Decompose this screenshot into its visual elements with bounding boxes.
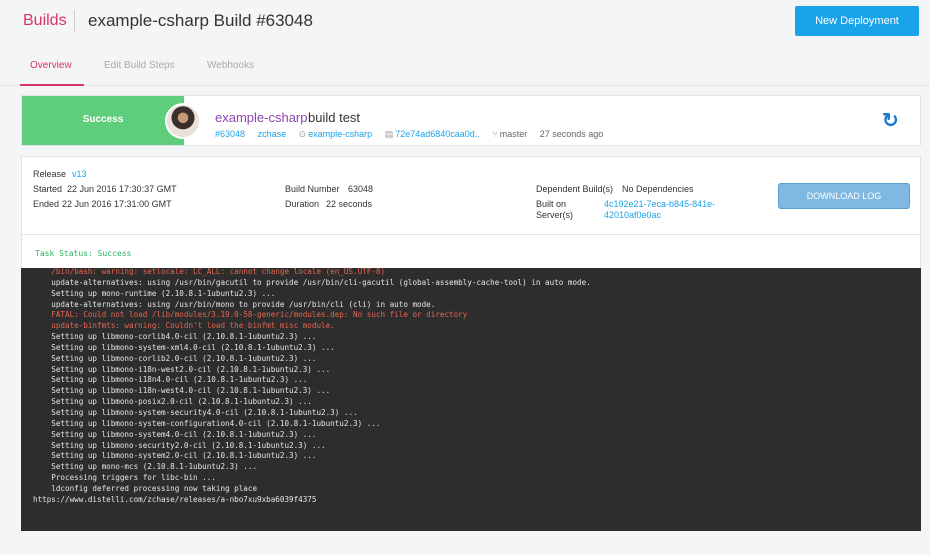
build-summary-card: Success example-csharp build test #63048… bbox=[21, 95, 921, 146]
active-tab-indicator bbox=[20, 84, 84, 86]
builds-breadcrumb-link[interactable]: Builds bbox=[23, 12, 67, 30]
new-deployment-button[interactable]: New Deployment bbox=[795, 6, 919, 36]
top-bar: Builds example-csharp Build #63048 New D… bbox=[0, 0, 930, 44]
download-log-button[interactable]: DOWNLOAD LOG bbox=[778, 183, 910, 209]
log-line: Setting up libmono-posix2.0-cil (2.10.8.… bbox=[33, 397, 312, 407]
log-line: https://www.distelli.com/zchase/releases… bbox=[33, 494, 317, 504]
dependent-builds-value: No Dependencies bbox=[622, 184, 694, 194]
server-id-line2[interactable]: 42010af0e0ac bbox=[604, 210, 661, 220]
log-line: Setting up mono-mcs (2.10.8.1-1ubuntu2.3… bbox=[33, 462, 258, 472]
log-line: Processing triggers for libc-bin ... bbox=[33, 473, 216, 483]
build-log[interactable]: /bin/bash: warning: setlocale: LC_ALL: c… bbox=[21, 268, 921, 531]
breadcrumb-separator bbox=[74, 10, 75, 32]
tab-edit-build-steps[interactable]: Edit Build Steps bbox=[104, 60, 175, 71]
log-line: Setting up libmono-system-configuration4… bbox=[33, 418, 381, 428]
log-line: Setting up libmono-corlib4.0-cil (2.10.8… bbox=[33, 332, 317, 342]
repo-link[interactable]: example-csharp bbox=[308, 129, 372, 139]
build-details-card: Release v13 Started 22 Jun 2016 17:30:37… bbox=[21, 156, 921, 270]
refresh-icon[interactable]: ↻ bbox=[882, 108, 899, 133]
bottom-strip bbox=[0, 535, 930, 555]
build-id-link[interactable]: #63048 bbox=[215, 129, 245, 139]
started-value: 22 Jun 2016 17:30:37 GMT bbox=[67, 184, 177, 194]
github-icon: ⊙ bbox=[298, 129, 307, 139]
build-time-ago: 27 seconds ago bbox=[539, 129, 604, 139]
built-on-label-line1: Built on bbox=[536, 199, 567, 209]
log-line: Setting up libmono-system-security4.0-ci… bbox=[33, 407, 358, 417]
user-link[interactable]: zchase bbox=[258, 129, 287, 139]
log-line: Setting up libmono-corlib2.0-cil (2.10.8… bbox=[33, 353, 317, 363]
log-line: Setting up libmono-i18n-west2.0-cil (2.1… bbox=[33, 364, 331, 374]
app-name-link[interactable]: example-csharp bbox=[215, 110, 308, 125]
log-line: ldconfig deferred processing now taking … bbox=[33, 483, 258, 493]
commit-icon: ▤ bbox=[384, 129, 394, 139]
branch-icon: ⑂ bbox=[492, 129, 498, 139]
commit-link[interactable]: 72e74ad6840caa0d.. bbox=[395, 129, 480, 139]
duration-value: 22 seconds bbox=[326, 199, 373, 209]
log-line: update-binfmts: warning: Couldn't load t… bbox=[33, 321, 335, 331]
release-link[interactable]: v13 bbox=[72, 169, 87, 179]
duration-label: Duration bbox=[285, 199, 320, 209]
release-label: Release bbox=[33, 169, 67, 179]
build-number-value: 63048 bbox=[348, 184, 374, 194]
status-banner: Success bbox=[22, 96, 184, 145]
avatar bbox=[165, 103, 201, 139]
log-line: FATAL: Could not load /lib/modules/3.19.… bbox=[33, 310, 468, 320]
task-status: Task Status: Success bbox=[35, 249, 132, 258]
log-line: /bin/bash: warning: setlocale: LC_ALL: c… bbox=[33, 268, 386, 276]
branch-name: master bbox=[499, 129, 528, 139]
status-badge: Success bbox=[82, 114, 124, 125]
log-lines: /bin/bash: warning: setlocale: LC_ALL: c… bbox=[33, 268, 591, 506]
ended-value: 22 Jun 2016 17:31:00 GMT bbox=[62, 199, 172, 209]
started-label: Started bbox=[33, 184, 63, 194]
details-divider bbox=[22, 234, 920, 235]
log-line: Setting up libmono-system4.0-cil (2.10.8… bbox=[33, 429, 317, 439]
server-id-line1[interactable]: 4c192e21-7eca-b845-841e- bbox=[604, 199, 715, 209]
build-number-label: Build Number bbox=[285, 184, 340, 194]
log-line: update-alternatives: using /usr/bin/gacu… bbox=[33, 277, 591, 287]
log-line: Setting up libmono-security2.0-cil (2.10… bbox=[33, 440, 326, 450]
ended-label: Ended bbox=[33, 199, 60, 209]
page-title: example-csharp Build #63048 bbox=[88, 11, 313, 30]
tab-bar: Overview Edit Build Steps Webhooks bbox=[0, 50, 930, 86]
log-line: Setting up libmono-system-xml4.0-cil (2.… bbox=[33, 342, 335, 352]
tab-overview[interactable]: Overview bbox=[30, 60, 72, 71]
log-line: Setting up mono-runtime (2.10.8.1-1ubunt… bbox=[33, 288, 276, 298]
tab-webhooks[interactable]: Webhooks bbox=[207, 60, 254, 71]
log-line: Setting up libmono-i18n4.0-cil (2.10.8.1… bbox=[33, 375, 308, 385]
build-description: build test bbox=[308, 110, 361, 125]
log-line: Setting up libmono-i18n-west4.0-cil (2.1… bbox=[33, 386, 331, 396]
build-meta-row: #63048 zchase ⊙ example-csharp ▤ 72e74ad68… bbox=[215, 129, 613, 140]
log-line: Setting up libmono-system2.0-cil (2.10.8… bbox=[33, 451, 317, 461]
dependent-builds-label: Dependent Build(s) bbox=[536, 184, 614, 194]
log-line: update-alternatives: using /usr/bin/mono… bbox=[33, 299, 436, 309]
built-on-label-line2: Server(s) bbox=[536, 210, 574, 220]
